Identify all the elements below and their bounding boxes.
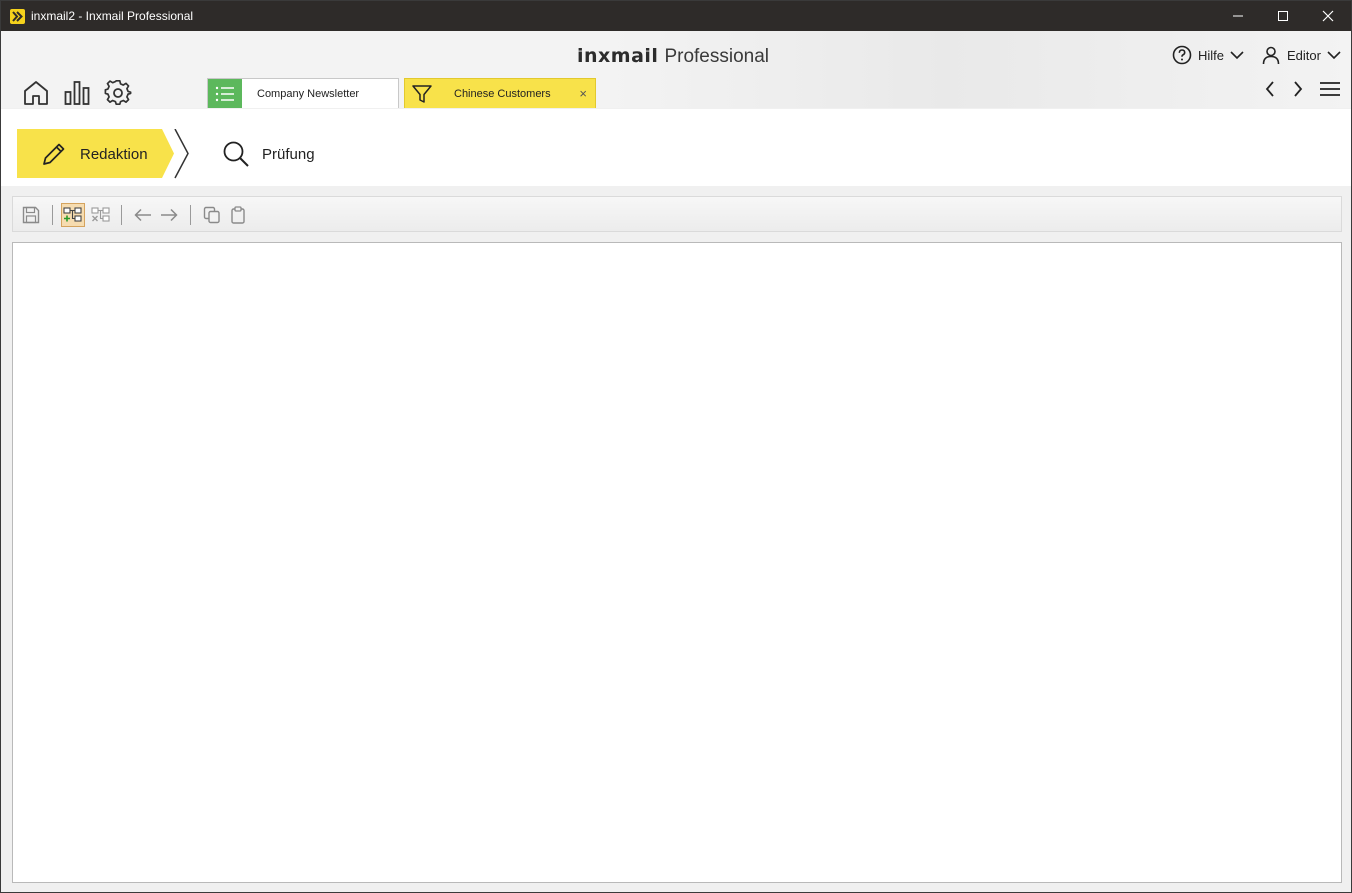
step-label-pruefung: Prüfung <box>262 146 315 163</box>
editor-toolbar <box>12 196 1342 232</box>
tab-company-newsletter[interactable]: Company Newsletter <box>207 78 399 108</box>
app-logo-icon <box>10 9 25 24</box>
close-icon[interactable] <box>1305 1 1351 31</box>
window-title: inxmail2 - Inxmail Professional <box>31 9 194 23</box>
step-label-redaktion: Redaktion <box>80 146 148 163</box>
chevron-down-icon <box>1327 51 1341 60</box>
tab-label: Chinese Customers <box>454 87 551 100</box>
settings-icon[interactable] <box>104 79 132 107</box>
tab-label: Company Newsletter <box>257 87 360 100</box>
app-window: inxmail2 - Inxmail Professional inxmail … <box>0 0 1352 893</box>
brand-product: Professional <box>664 46 770 67</box>
maximize-icon[interactable] <box>1260 1 1306 31</box>
close-icon[interactable]: × <box>579 86 587 101</box>
minimize-icon[interactable] <box>1215 1 1261 31</box>
save-icon[interactable] <box>19 203 43 227</box>
copy-icon[interactable] <box>200 203 224 227</box>
list-icon <box>208 79 242 108</box>
undo-icon[interactable] <box>131 203 155 227</box>
help-icon <box>1172 45 1192 65</box>
user-menu[interactable]: Editor <box>1261 45 1341 65</box>
editor-canvas[interactable] <box>12 242 1342 883</box>
remove-condition-icon[interactable] <box>89 203 113 227</box>
brand: inxmail Professional <box>577 45 769 68</box>
home-icon[interactable] <box>22 79 50 107</box>
app-header: inxmail Professional Hilfe Editor Compan… <box>1 31 1351 108</box>
search-icon <box>223 141 249 167</box>
tab-chinese-customers[interactable]: Chinese Customers × <box>404 78 596 108</box>
brand-logo: inxmail <box>577 45 659 67</box>
menu-icon[interactable] <box>1319 79 1341 99</box>
chevron-down-icon <box>1230 51 1244 60</box>
filter-icon <box>405 79 439 108</box>
help-label: Hilfe <box>1198 47 1225 63</box>
workflow-bar: Redaktion Prüfung <box>1 109 1351 186</box>
redo-icon[interactable] <box>157 203 181 227</box>
title-bar: inxmail2 - Inxmail Professional <box>1 1 1351 31</box>
forward-arrow-icon[interactable] <box>1287 79 1307 99</box>
paste-icon[interactable] <box>226 203 250 227</box>
reports-icon[interactable] <box>63 79 91 107</box>
back-arrow-icon[interactable] <box>1261 79 1281 99</box>
user-icon <box>1262 46 1280 65</box>
add-condition-icon[interactable] <box>61 203 85 227</box>
help-menu[interactable]: Hilfe <box>1172 45 1244 65</box>
user-label: Editor <box>1287 47 1321 63</box>
pencil-icon <box>43 143 65 165</box>
